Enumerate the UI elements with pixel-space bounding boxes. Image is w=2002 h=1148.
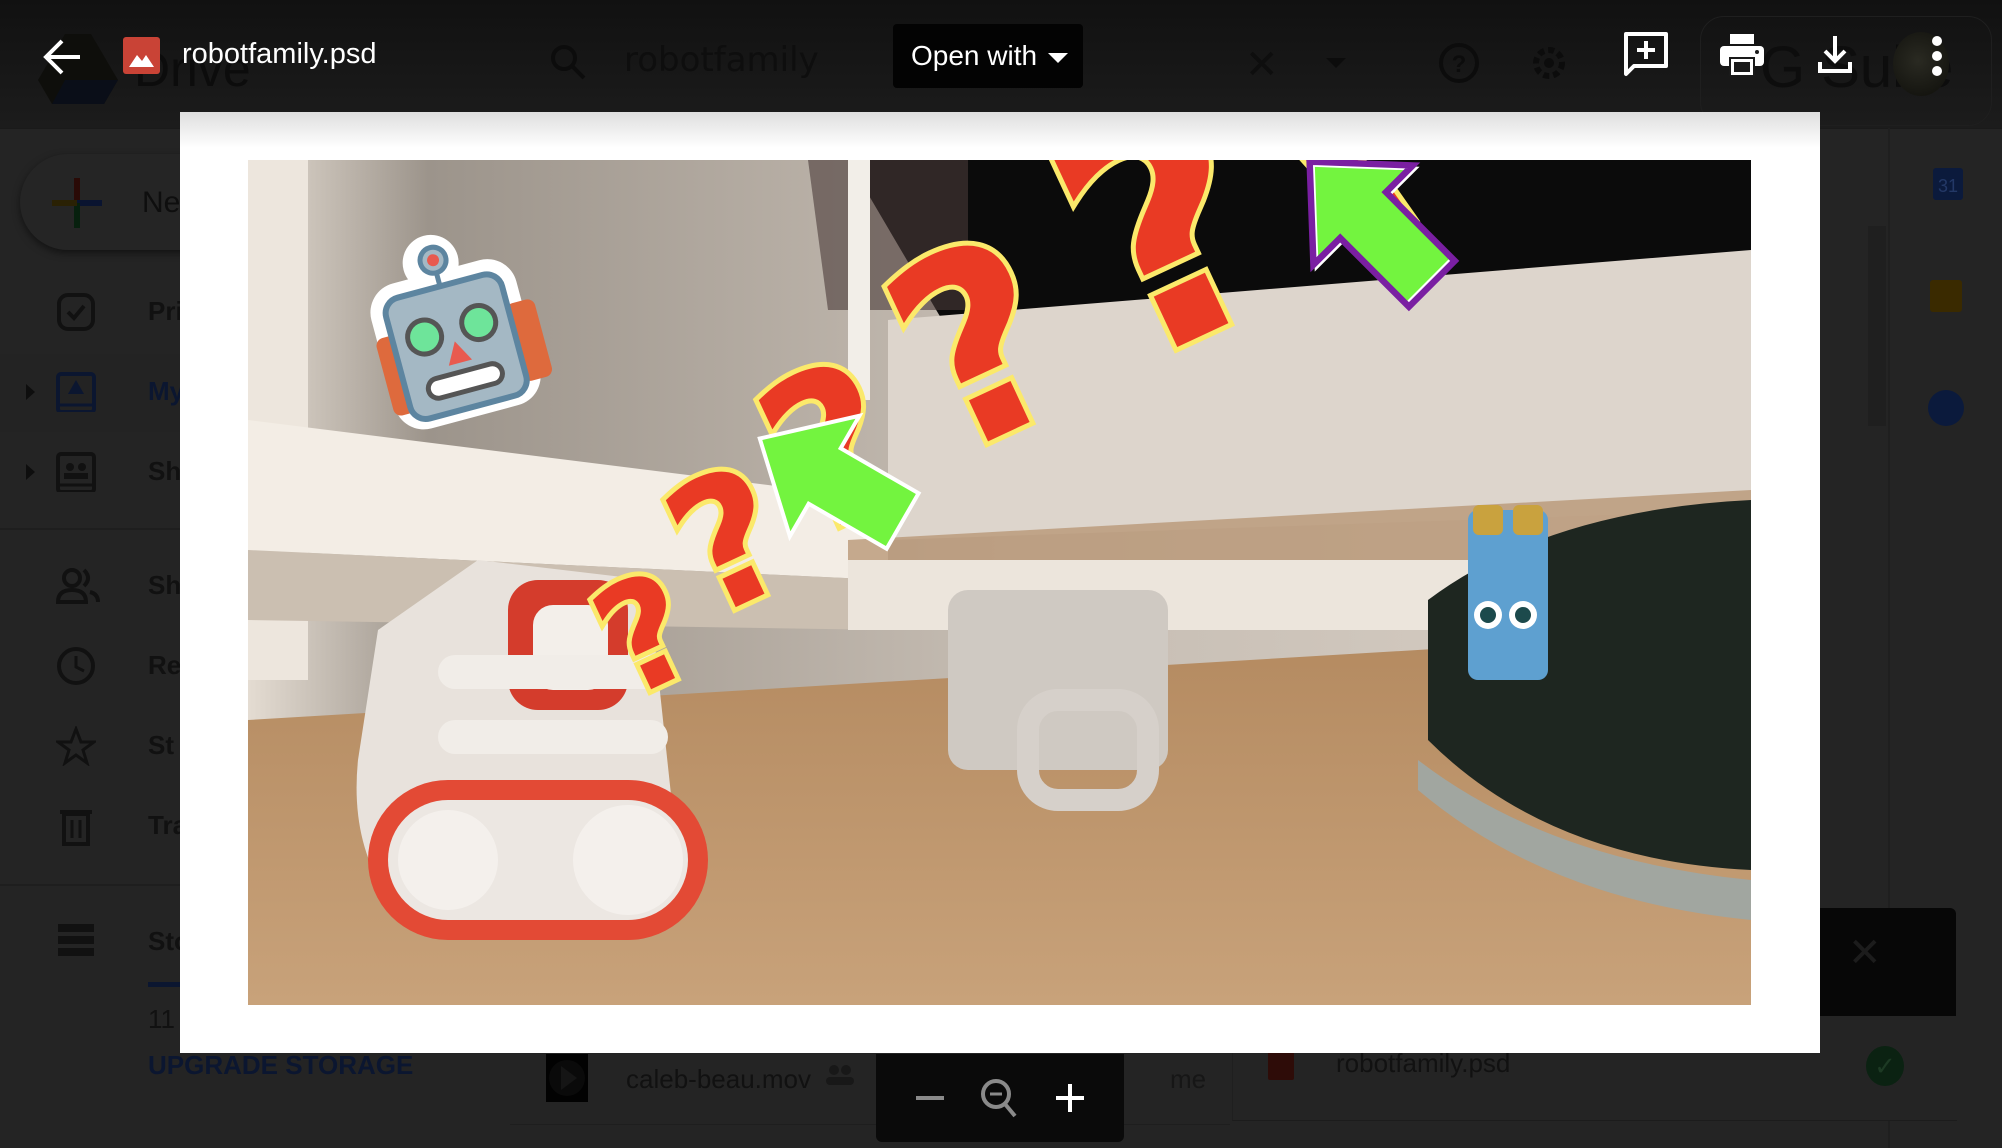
upload-complete-check-icon: ✓ (1866, 1046, 1904, 1086)
more-vert-icon (1932, 36, 1942, 76)
help-icon: ? (1437, 41, 1481, 90)
file-title: robotfamily.psd (182, 38, 377, 70)
storage-used-text: 11 (148, 1004, 175, 1034)
priority-check-icon (56, 292, 96, 332)
sidebar-label: Pri (148, 296, 183, 326)
sidebar-label: St (148, 730, 174, 760)
zoom-out-magnifier-icon (981, 1079, 1017, 1118)
minus-icon (916, 1096, 944, 1100)
shared-drives-icon (56, 452, 96, 494)
chevron-down-icon (1048, 53, 1068, 63)
my-drive-icon (56, 372, 96, 414)
expand-caret-icon (26, 464, 35, 480)
search-input: robotfamily (624, 40, 819, 80)
clear-search-icon: ✕ (1245, 43, 1279, 87)
zoom-toolbar (876, 1054, 1124, 1142)
search-icon (548, 42, 588, 87)
sidebar-label: Re (148, 650, 182, 680)
settings-gear-icon (1527, 41, 1571, 90)
search-options-caret-icon (1326, 58, 1346, 68)
storage-icon (56, 922, 96, 962)
new-plus-icon (52, 178, 102, 233)
add-comment-icon (1624, 32, 1668, 76)
download-button[interactable] (1818, 36, 1874, 92)
people-icon (55, 566, 100, 606)
image-file-type-icon (123, 37, 160, 74)
clock-icon (56, 646, 96, 686)
trash-icon (56, 806, 96, 846)
image-preview: ? ? ? ? ? ! (248, 160, 1751, 1005)
robot-photo: ? ? ? ? ? ! (248, 160, 1751, 1005)
sidebar-label: My (148, 376, 185, 406)
back-button[interactable] (40, 34, 86, 80)
star-icon (53, 724, 99, 767)
svg-text:?: ? (1452, 51, 1467, 78)
keep-icon (1930, 280, 1962, 312)
plus-icon (1056, 1084, 1084, 1112)
frame-top-shadow (180, 112, 1820, 148)
sidebar-label: Sh (148, 456, 182, 486)
tasks-icon (1928, 390, 1964, 426)
print-button[interactable] (1720, 34, 1776, 90)
calendar-icon: 31 (1933, 168, 1963, 200)
more-options-button[interactable] (1922, 34, 1952, 90)
zoom-reset-button[interactable] (972, 1072, 1028, 1124)
open-with-button[interactable]: Open with (893, 24, 1083, 88)
print-icon (1720, 34, 1764, 77)
file-list-scrollbar (1868, 226, 1886, 426)
zoom-out-button[interactable] (902, 1072, 958, 1124)
zoom-in-button[interactable] (1042, 1072, 1098, 1124)
upgrade-storage-link: UPGRADE STORAGE (148, 1050, 414, 1080)
file-row-name: caleb-beau.mov (626, 1064, 811, 1094)
image-file-icon (1268, 1052, 1294, 1080)
shared-people-icon (824, 1064, 856, 1092)
file-row-owner: me (1170, 1064, 1207, 1094)
sidebar-label: Sh (148, 570, 182, 600)
close-toast-icon: ✕ (1848, 931, 1882, 975)
expand-caret-icon (26, 384, 35, 400)
download-icon (1818, 36, 1852, 73)
video-thumbnail (546, 1054, 588, 1102)
open-with-label: Open with (911, 40, 1038, 71)
back-arrow-icon (43, 39, 80, 75)
add-comment-button[interactable] (1622, 30, 1678, 86)
